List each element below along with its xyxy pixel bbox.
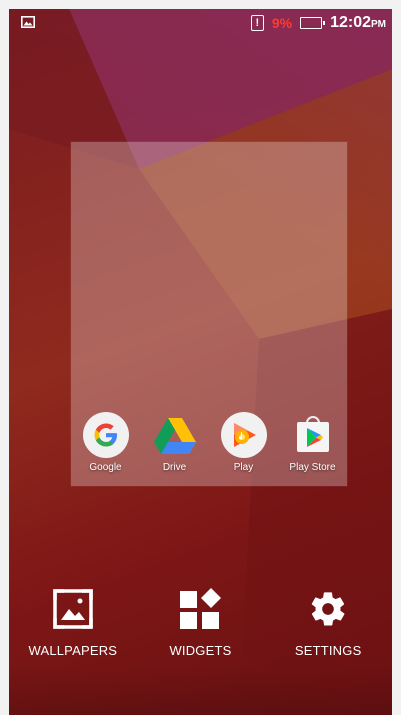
play-store-icon [290,412,336,458]
app-play[interactable]: Play [209,412,278,482]
alert-box-icon: ! [250,15,264,31]
google-icon [82,412,129,458]
home-screen-overview: ! 9% 12:02PM Google Drive Play Play Stor… [9,9,392,715]
app-drive[interactable]: Drive [140,412,209,482]
app-label: Play Store [289,462,336,473]
settings-label: SETTINGS [294,643,362,658]
image-notification-icon [21,15,35,32]
battery-percent: 9% [271,15,293,31]
app-label: Drive [162,462,187,473]
app-label: Google [89,462,122,473]
drive-icon [152,412,198,458]
home-page-preview[interactable]: Google Drive Play Play Store [71,142,347,486]
wallpapers-button[interactable]: WALLPAPERS [9,587,136,667]
status-bar: ! 9% 12:02PM [9,9,392,37]
wallpapers-icon [51,587,95,631]
widgets-button[interactable]: WIDGETS [137,587,264,667]
clock: 12:02PM [330,14,386,31]
wallpapers-label: WALLPAPERS [28,643,118,658]
widgets-label: WIDGETS [169,643,232,658]
play-music-icon [220,412,267,458]
overview-options: WALLPAPERS WIDGETS SETTINGS [9,587,392,667]
app-play-store[interactable]: Play Store [278,412,347,482]
battery-low-icon [300,17,326,29]
settings-gear-icon [306,587,350,631]
settings-button[interactable]: SETTINGS [265,587,392,667]
app-dock: Google Drive Play Play Store [71,412,347,482]
widgets-icon [178,587,222,631]
navigation-bar-area [9,665,392,715]
app-label: Play [233,462,254,473]
app-google[interactable]: Google [71,412,140,482]
